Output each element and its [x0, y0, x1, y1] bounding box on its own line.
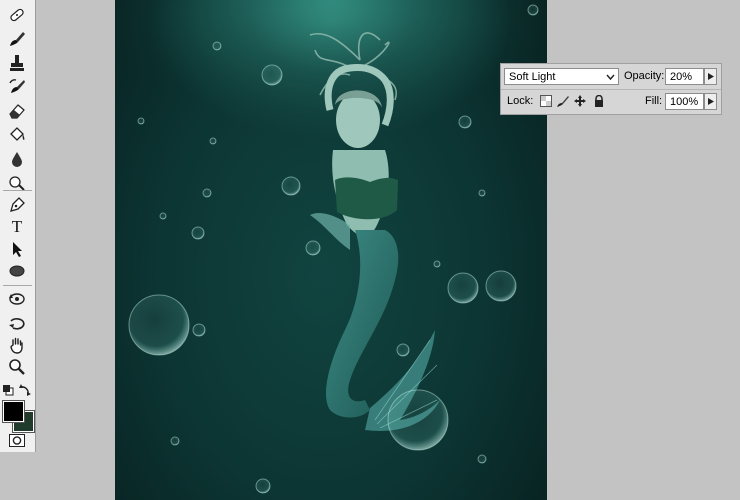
fill-value: 100%: [670, 96, 699, 108]
type-tool-glyph: T: [11, 217, 23, 236]
clone-stamp-icon[interactable]: [4, 52, 30, 74]
3d-orbit-icon[interactable]: [4, 312, 30, 334]
document-canvas[interactable]: [115, 0, 547, 500]
opacity-field[interactable]: 20%: [665, 68, 704, 85]
hand-icon[interactable]: [4, 334, 30, 356]
opacity-label: Opacity:: [624, 70, 665, 82]
tool-group-divider: [3, 285, 32, 286]
tools-panel: T: [0, 0, 36, 452]
quick-mask-icon[interactable]: [9, 434, 25, 447]
history-brush-icon[interactable]: [4, 76, 30, 98]
pen-icon[interactable]: [4, 194, 30, 216]
3d-rotate-icon[interactable]: [4, 288, 30, 310]
brush-icon[interactable]: [4, 28, 30, 50]
foreground-color-swatch[interactable]: [3, 401, 24, 422]
opacity-value: 20%: [670, 71, 693, 83]
mermaid-artwork: [115, 0, 547, 494]
blend-mode-value: Soft Light: [509, 71, 556, 83]
blur-icon[interactable]: [4, 148, 30, 170]
paint-bucket-icon[interactable]: [4, 124, 30, 146]
swap-colors-icon[interactable]: [19, 383, 32, 396]
type-icon[interactable]: T: [4, 216, 30, 238]
layers-panel-options: Soft Light Opacity: 20% Lock: Fill: 100%: [500, 63, 722, 115]
eraser-icon[interactable]: [4, 100, 30, 122]
fill-field[interactable]: 100%: [665, 93, 704, 110]
chevron-down-icon: [606, 74, 615, 81]
lock-position-icon[interactable]: [574, 95, 586, 107]
ellipse-shape-icon[interactable]: [4, 260, 30, 282]
blend-mode-dropdown[interactable]: Soft Light: [504, 68, 619, 85]
default-colors-icon[interactable]: [2, 384, 14, 396]
fill-slider-button[interactable]: [704, 93, 717, 110]
lock-image-pixels-icon[interactable]: [557, 95, 569, 107]
tool-group-divider: [3, 190, 32, 191]
lock-label: Lock:: [507, 95, 534, 107]
healing-brush-icon[interactable]: [4, 4, 30, 26]
opacity-slider-button[interactable]: [704, 68, 717, 85]
triangle-right-icon: [708, 98, 714, 105]
lock-all-icon[interactable]: [593, 95, 605, 107]
color-swatches: [0, 380, 35, 440]
fill-label: Fill:: [645, 95, 663, 107]
lock-transparent-pixels-icon[interactable]: [540, 95, 552, 107]
blend-opacity-row: Soft Light Opacity: 20%: [501, 64, 721, 90]
path-selection-icon[interactable]: [4, 238, 30, 260]
triangle-right-icon: [708, 73, 714, 80]
lock-fill-row: Lock: Fill: 100%: [501, 89, 721, 114]
zoom-icon[interactable]: [4, 356, 30, 378]
